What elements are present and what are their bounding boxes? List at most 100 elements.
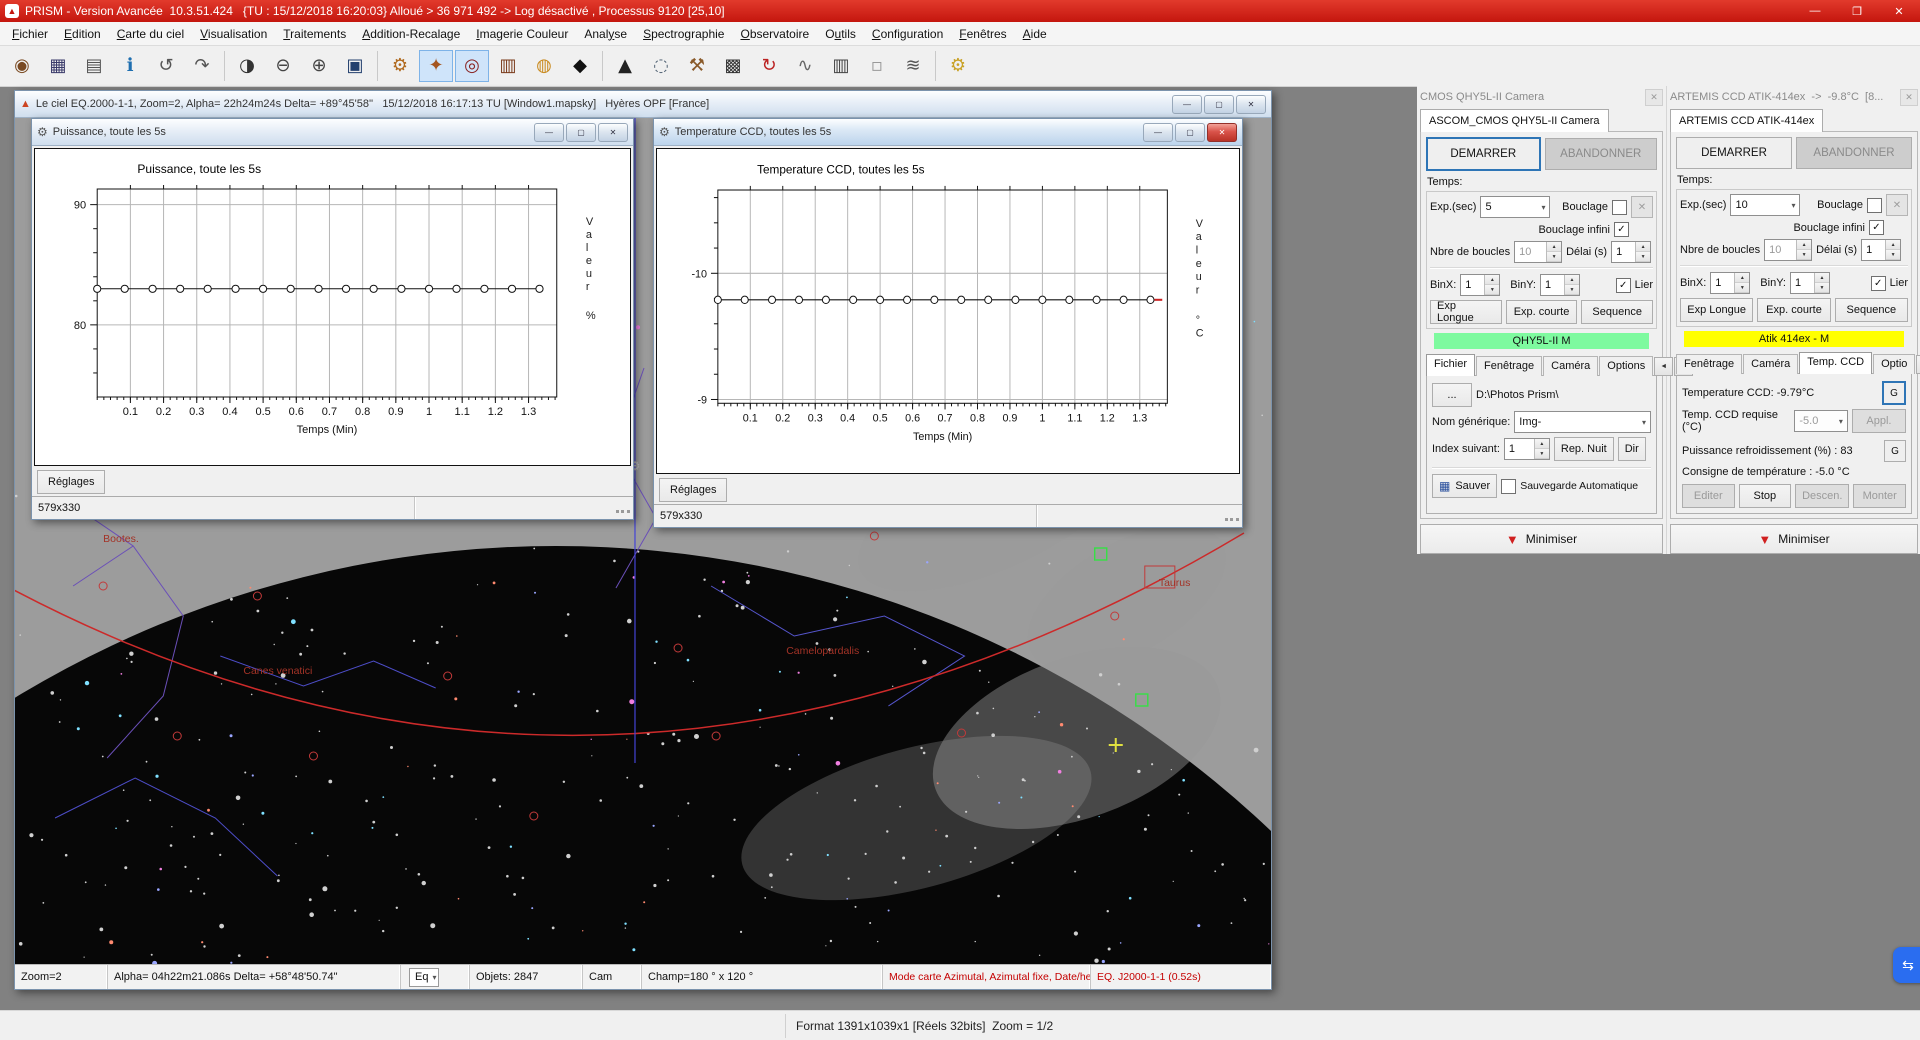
binx-stepper[interactable]: 1 ▲▼ — [1710, 272, 1750, 294]
lier-checkbox[interactable]: ✓ — [1616, 278, 1631, 293]
close-icon[interactable]: ✕ — [1900, 89, 1918, 106]
undo-icon[interactable]: ↺ — [149, 50, 183, 82]
temperature-titlebar[interactable]: ⚙ Temperature CCD, toutes les 5s — ▢ ✕ — [654, 119, 1242, 146]
menu-item-imagerie-couleur[interactable]: Imagerie Couleur — [468, 24, 576, 44]
lier-checkbox[interactable]: ✓ — [1871, 276, 1886, 291]
exp-longue-button[interactable]: Exp Longue — [1680, 298, 1753, 322]
tab-fichier[interactable]: Fichier — [1426, 354, 1475, 376]
autosave-checkbox[interactable] — [1501, 479, 1516, 494]
sky-minimize-icon[interactable]: — — [1172, 95, 1202, 114]
zoom-in-icon[interactable]: ⊕ — [302, 50, 336, 82]
abandonner-button[interactable]: ABANDONNER — [1545, 138, 1658, 170]
temperature-close-icon[interactable]: ✕ — [1207, 123, 1237, 142]
menu-item-outils[interactable]: Outils — [817, 24, 864, 44]
profile-icon[interactable]: ≋ — [896, 50, 930, 82]
camera-red-icon[interactable]: ▥ — [491, 50, 525, 82]
hand-gear-icon[interactable]: ⚙ — [383, 50, 417, 82]
temperature-restore-icon[interactable]: ▢ — [1175, 123, 1205, 142]
binx-stepper[interactable]: 1 ▲▼ — [1460, 274, 1500, 296]
minimize-icon[interactable]: — — [1794, 0, 1836, 22]
tab-options[interactable]: Options — [1599, 356, 1653, 376]
exp-select[interactable]: 10▾ — [1730, 194, 1800, 216]
cone-icon[interactable]: ▲ — [608, 50, 642, 82]
sky-window-titlebar[interactable]: ▲ Le ciel EQ.2000-1-1, Zoom=2, Alpha= 22… — [15, 91, 1271, 118]
close-icon[interactable]: ✕ — [1878, 0, 1920, 22]
exp-courte-button[interactable]: Exp. courte — [1506, 300, 1578, 324]
zoom-out-icon[interactable]: ⊖ — [266, 50, 300, 82]
atik-tab[interactable]: ARTEMIS CCD ATIK-414ex — [1670, 109, 1823, 132]
tab-scroll-left-icon[interactable]: ◄ — [1916, 355, 1920, 374]
info-icon[interactable]: ℹ — [113, 50, 147, 82]
calib-icon[interactable]: ▩ — [716, 50, 750, 82]
reglages-button[interactable]: Réglages — [37, 470, 105, 494]
cancel-loop-icon[interactable]: ✕ — [1631, 196, 1653, 218]
qhy-tab[interactable]: ASCOM_CMOS QHY5L-II Camera — [1420, 109, 1609, 132]
tools-icon[interactable]: ⚒ — [680, 50, 714, 82]
eq-select[interactable]: Eq▾ — [409, 968, 439, 987]
rep-nuit-button[interactable]: Rep. Nuit — [1554, 437, 1614, 461]
stop-button[interactable]: Stop — [1739, 484, 1792, 508]
bouclage-checkbox[interactable] — [1867, 198, 1882, 213]
tab-fen-trage[interactable]: Fenêtrage — [1676, 354, 1742, 374]
delai-stepper[interactable]: 1 ▲▼ — [1861, 239, 1901, 261]
lens-icon[interactable]: ◍ — [527, 50, 561, 82]
biny-stepper[interactable]: 1 ▲▼ — [1790, 272, 1830, 294]
save-icon[interactable]: ▦ — [41, 50, 75, 82]
menu-item-configuration[interactable]: Configuration — [864, 24, 951, 44]
menu-item-edition[interactable]: Edition — [56, 24, 109, 44]
puissance-minimize-icon[interactable]: — — [534, 123, 564, 142]
menu-item-addition-recalage[interactable]: Addition-Recalage — [354, 24, 468, 44]
temperature-minimize-icon[interactable]: — — [1143, 123, 1173, 142]
sauver-button[interactable]: ▦ Sauver — [1432, 474, 1497, 498]
puissance-restore-icon[interactable]: ▢ — [566, 123, 596, 142]
menu-item-visualisation[interactable]: Visualisation — [192, 24, 275, 44]
menu-item-traitements[interactable]: Traitements — [275, 24, 354, 44]
appl-button[interactable]: Appl. — [1852, 409, 1906, 433]
reglages-button[interactable]: Réglages — [659, 478, 727, 502]
gray-frame-icon[interactable]: ▫ — [860, 50, 894, 82]
delai-stepper[interactable]: 1 ▲▼ — [1611, 241, 1651, 263]
exp-courte-button[interactable]: Exp. courte — [1757, 298, 1830, 322]
contrast-icon[interactable]: ◑ — [230, 50, 264, 82]
curve-icon[interactable]: ∿ — [788, 50, 822, 82]
globe-icon[interactable]: ◌ — [644, 50, 678, 82]
bouclage-checkbox[interactable] — [1612, 200, 1627, 215]
exp-select[interactable]: 5▾ — [1480, 196, 1550, 218]
menu-item-observatoire[interactable]: Observatoire — [732, 24, 817, 44]
sequence-button[interactable]: Sequence — [1581, 300, 1653, 324]
menu-item-aide[interactable]: Aide — [1015, 24, 1055, 44]
menu-item-carte-du-ciel[interactable]: Carte du ciel — [109, 24, 192, 44]
biny-stepper[interactable]: 1 ▲▼ — [1540, 274, 1580, 296]
sequence-button[interactable]: Sequence — [1835, 298, 1908, 322]
camera-3-icon[interactable]: ◎ — [455, 50, 489, 82]
image-view-icon[interactable]: ▣ — [338, 50, 372, 82]
dark-camera-icon[interactable]: ◆ — [563, 50, 597, 82]
camera-2-icon[interactable]: ✦ — [419, 50, 453, 82]
histogram-icon[interactable]: ▥ — [824, 50, 858, 82]
menu-item-spectrographie[interactable]: Spectrographie — [635, 24, 732, 44]
graph-button[interactable]: G — [1884, 440, 1906, 462]
abandonner-button[interactable]: ABANDONNER — [1796, 137, 1912, 169]
tab-cam-ra[interactable]: Caméra — [1743, 354, 1798, 374]
tab-scroll-left-icon[interactable]: ◄ — [1654, 357, 1673, 376]
exp-longue-button[interactable]: Exp Longue — [1430, 300, 1502, 324]
cancel-loop-icon[interactable]: ✕ — [1886, 194, 1908, 216]
menu-item-fichier[interactable]: Fichier — [4, 24, 56, 44]
close-icon[interactable]: ✕ — [1645, 89, 1663, 106]
tab-temp-ccd[interactable]: Temp. CCD — [1799, 352, 1872, 374]
index-suivant-stepper[interactable]: 1 ▲▼ — [1504, 438, 1550, 460]
resize-grip[interactable] — [616, 504, 630, 513]
resize-grip[interactable] — [1225, 512, 1239, 521]
demarrer-button[interactable]: DEMARRER — [1676, 137, 1792, 169]
tab-fen-trage[interactable]: Fenêtrage — [1476, 356, 1542, 376]
bouclage-infini-checkbox[interactable]: ✓ — [1614, 222, 1629, 237]
sky-close-icon[interactable]: ✕ — [1236, 95, 1266, 114]
nbre-boucles-stepper[interactable]: 10 ▲▼ — [1514, 241, 1562, 263]
atik-minimiser-button[interactable]: ▼ Minimiser — [1670, 524, 1918, 554]
nbre-boucles-stepper[interactable]: 10 ▲▼ — [1764, 239, 1812, 261]
refresh-icon[interactable]: ↻ — [752, 50, 786, 82]
sky-restore-icon[interactable]: ▢ — [1204, 95, 1234, 114]
print-icon[interactable]: ▤ — [77, 50, 111, 82]
tab-cam-ra[interactable]: Caméra — [1543, 356, 1598, 376]
qhy-minimiser-button[interactable]: ▼ Minimiser — [1420, 524, 1663, 554]
